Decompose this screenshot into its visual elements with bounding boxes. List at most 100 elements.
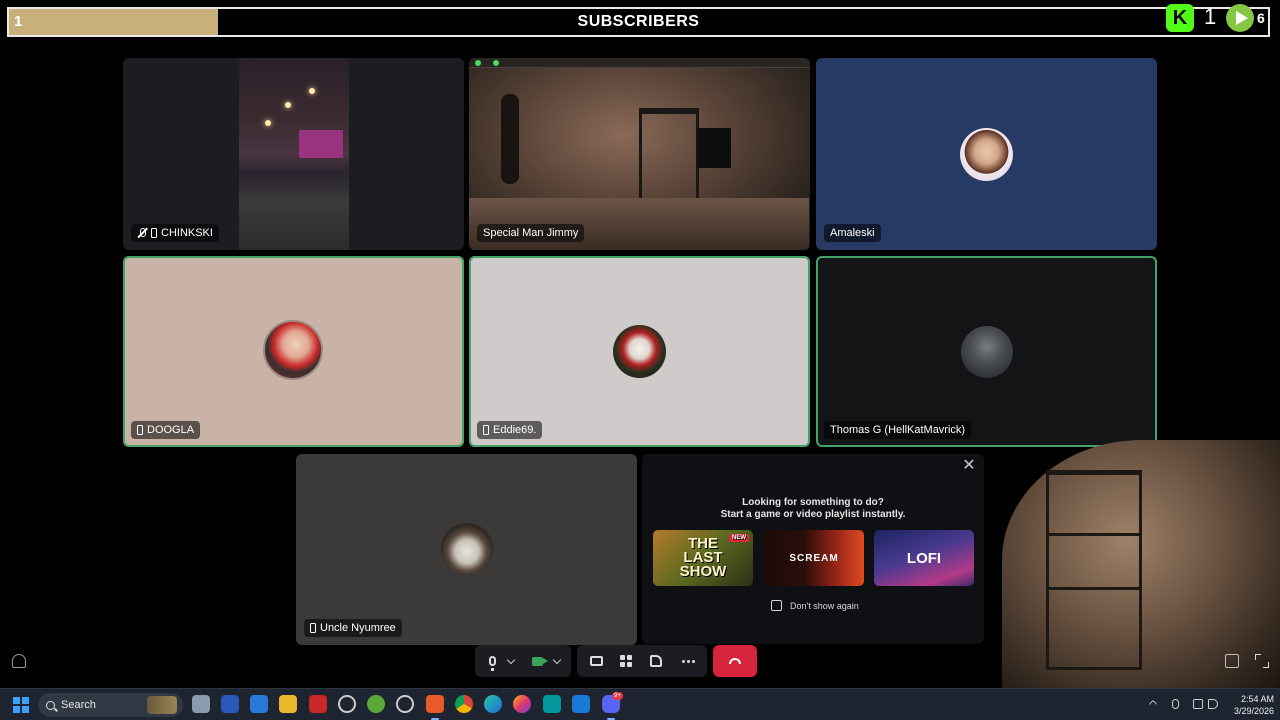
search-highlight-image [147,696,177,714]
discord-notification-badge: 9+ [612,692,623,700]
app-icon[interactable] [367,695,385,713]
new-badge: NEW [729,534,749,542]
participant-name: Special Man Jimmy [483,227,579,239]
activity-suggestion-popup: ✕ Looking for something to do? Start a g… [642,454,984,644]
soundboard-icon [650,655,662,667]
chevron-up-icon[interactable] [1148,699,1158,709]
punching-bag [501,94,519,184]
participant-avatar [441,523,493,575]
self-camera-preview [1002,440,1280,690]
rumble-logo-icon [1226,4,1254,32]
activity-card-label: SCREAM [789,552,839,564]
activities-icon [620,655,632,667]
participant-avatar [613,325,666,378]
muted-mic-icon [137,228,147,238]
app-icon[interactable] [309,695,327,713]
microphone-tray-icon[interactable] [1172,699,1179,709]
participant-name: Thomas G (HellKatMavrick) [830,424,966,436]
kick-subscriber-count: 1 [1204,4,1217,29]
dont-show-again-label: Don't show again [790,601,859,611]
invite-friend-icon[interactable] [12,654,26,668]
activities-button[interactable] [611,645,641,677]
taskbar-search-placeholder: Search [61,699,96,711]
microphone-options-button[interactable] [503,645,519,677]
participant-name-tag: CHINKSKI [131,224,219,242]
participant-name-tag: Special Man Jimmy [477,224,585,242]
taskbar-clock[interactable]: 2:54 AM 3/29/2026 [1222,693,1274,717]
rumble-subscriber-count: 6 [1257,10,1265,26]
outlook-icon[interactable] [221,695,239,713]
audio-video-controls [475,645,571,677]
pop-out-icon[interactable] [1225,654,1239,668]
participant-name-tag: Thomas G (HellKatMavrick) [824,421,972,439]
mobile-phone-icon [483,425,489,435]
end-call-button[interactable] [713,645,757,677]
dont-show-again-checkbox[interactable] [771,600,782,611]
participant-tile-chinkski[interactable]: CHINKSKI [123,58,464,250]
video-overlay-bar [469,58,810,68]
soundboard-button[interactable] [641,645,671,677]
activity-card-the-last-show[interactable]: THE LAST SHOW NEW [653,530,753,586]
firefox-icon[interactable] [513,695,531,713]
participant-name: Amaleski [830,227,875,239]
participant-name: Uncle Nyumree [320,622,396,634]
mobile-phone-icon [310,623,316,633]
participant-tile-uncle-nyumree[interactable]: Uncle Nyumree [296,454,637,645]
clock-date: 3/29/2026 [1233,706,1274,716]
participant-avatar [960,128,1013,181]
activity-controls [577,645,707,677]
activity-card-lofi[interactable]: LOFI [874,530,974,586]
volume-icon[interactable] [1208,699,1218,709]
activity-card-label: LOFI [906,549,942,567]
file-explorer-icon[interactable] [279,695,297,713]
screen-share-button[interactable] [581,645,611,677]
network-icon[interactable] [1193,699,1203,709]
chrome-icon[interactable] [455,695,473,713]
monitor [697,128,731,168]
subscriber-goal-title: SUBSCRIBERS [577,13,700,30]
windows-start-icon[interactable] [13,697,29,713]
more-options-button[interactable] [673,645,703,677]
participant-tile-special-man-jimmy[interactable]: Special Man Jimmy [469,58,810,250]
windows-taskbar: Search 9+ 2:54 AM 3/29/2026 [0,688,1280,720]
mobile-phone-icon [151,228,157,238]
hang-up-icon [729,658,741,664]
participant-avatar [961,326,1013,378]
chevron-down-icon [552,655,562,664]
popup-heading: Looking for something to do? Start a gam… [642,497,984,521]
participant-name-tag: Amaleski [824,224,881,242]
participant-name-tag: Eddie69. [477,421,543,439]
microphone-button[interactable] [481,645,503,677]
activity-card-scream[interactable]: SCREAM [764,530,864,586]
neon-sign [299,130,343,158]
participant-tile-thomas-g[interactable]: Thomas G (HellKatMavrick) [816,256,1157,447]
fullscreen-icon[interactable] [1255,654,1269,668]
close-icon[interactable]: ✕ [962,458,976,474]
brave-browser-icon[interactable] [426,695,444,713]
edge-icon[interactable] [484,695,502,713]
chevron-down-icon [506,655,516,664]
app-icon[interactable] [250,695,268,713]
clock-app-icon[interactable] [338,695,356,713]
app-icon[interactable] [192,695,210,713]
participant-tile-amaleski[interactable]: Amaleski [816,58,1157,250]
subscriber-goal-bar: 1 SUBSCRIBERS [7,7,1270,37]
clock-time: 2:54 AM [1240,694,1274,704]
popup-heading-line1: Looking for something to do? [742,497,884,508]
participant-name: CHINKSKI [161,227,213,239]
vscode-icon[interactable] [572,695,590,713]
activity-card-label: THE LAST SHOW [679,535,727,580]
app-icon[interactable] [396,695,414,713]
arduino-icon[interactable] [543,695,561,713]
more-options-icon [681,659,695,663]
camera-button[interactable] [525,645,549,677]
taskbar-search[interactable]: Search [38,693,183,717]
shelf [1046,470,1142,670]
microphone-icon [488,656,496,671]
participant-tile-eddie69[interactable]: Eddie69. [469,256,810,447]
camera-options-button[interactable] [549,645,565,677]
participant-video [239,58,349,250]
participant-name-tag: DOOGLA [131,421,201,439]
participant-tile-doogla[interactable]: DOOGLA [123,256,464,447]
mobile-phone-icon [137,425,143,435]
